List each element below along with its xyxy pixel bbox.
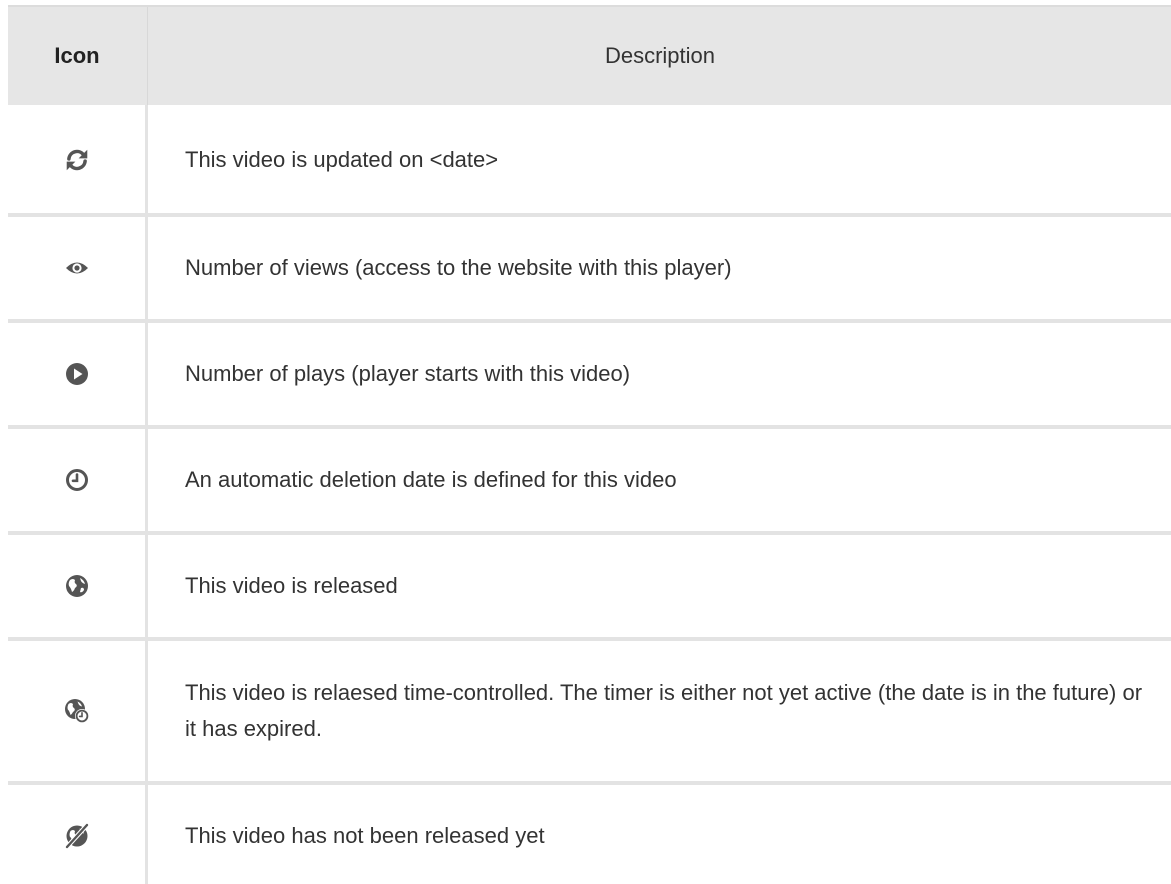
row-description: This video has not been released yet [185, 823, 545, 848]
row-description: Number of plays (player starts with this… [185, 361, 631, 386]
row-description: This video is relaesed time-controlled. … [185, 680, 1143, 741]
globe-icon [8, 535, 146, 637]
table-row: Number of views (access to the website w… [8, 217, 1171, 319]
table-row: This video is released [8, 535, 1171, 637]
row-description: Number of views (access to the website w… [185, 255, 732, 280]
eye-icon [8, 217, 146, 319]
header-description-column: Description [147, 7, 1171, 105]
header-icon-column: Icon [54, 43, 100, 68]
table-row: This video is relaesed time-controlled. … [8, 641, 1171, 781]
table-header: Icon Description [8, 5, 1171, 105]
row-description: This video is released [185, 573, 398, 598]
table-row: An automatic deletion date is defined fo… [8, 429, 1171, 531]
clock-icon [8, 429, 146, 531]
play-circle-icon [8, 323, 146, 425]
table-row: This video has not been released yet [8, 785, 1171, 884]
refresh-icon [8, 105, 146, 215]
icon-legend-table: Icon Description This video is updated o… [8, 5, 1171, 884]
row-description: This video is updated on <date> [185, 147, 499, 172]
globe-clock-icon [8, 641, 146, 781]
row-description: An automatic deletion date is defined fo… [185, 467, 677, 492]
table-row: This video is updated on <date> [8, 105, 1171, 215]
table-row: Number of plays (player starts with this… [8, 323, 1171, 425]
globe-off-icon [8, 785, 146, 884]
